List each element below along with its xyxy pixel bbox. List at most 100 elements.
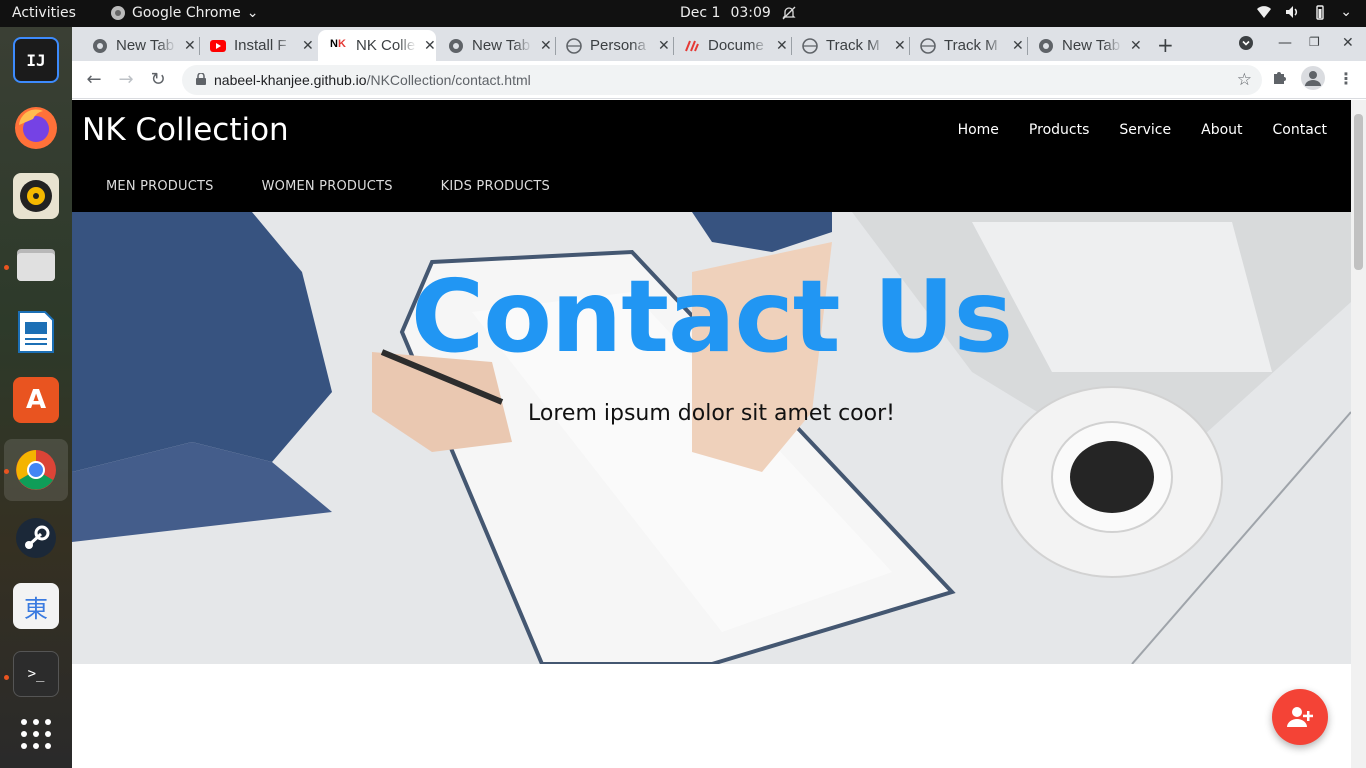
system-top-bar: Activities Google Chrome ⌄ Dec 1 03:09 ⌄ [0, 0, 1366, 27]
activities-button[interactable]: Activities [12, 5, 76, 21]
hero-subtitle: Lorem ipsum dolor sit amet coor! [528, 401, 895, 426]
battery-icon [1316, 5, 1324, 20]
docs-icon [685, 40, 699, 51]
bookmark-star-icon[interactable]: ☆ [1237, 70, 1252, 90]
tab-personal[interactable]: Persona ✕ [546, 30, 674, 61]
files-running-indicator [4, 265, 9, 270]
nk-logo-icon: NK [330, 37, 346, 50]
files-icon[interactable] [13, 241, 59, 287]
chevron-down-icon: ⌄ [246, 5, 259, 21]
mozc-icon[interactable]: 東 [13, 583, 59, 629]
tab-title: Docume [708, 37, 764, 54]
chrome-globe-icon [449, 38, 463, 53]
intellij-icon[interactable]: IJ [13, 37, 59, 83]
globe-icon [802, 37, 818, 54]
forward-arrow-icon[interactable]: → [115, 69, 137, 91]
ubuntu-software-icon[interactable]: A [13, 377, 59, 423]
page-scrollbar[interactable] [1351, 100, 1366, 768]
tab-strip: New Tab ✕ Install F ✕ NK NK Colle ✕ New … [72, 27, 1366, 61]
chrome-running-indicator [4, 469, 9, 474]
libreoffice-writer-icon[interactable] [13, 309, 59, 355]
category-nav: MEN PRODUCTS WOMEN PRODUCTS KIDS PRODUCT… [106, 179, 550, 194]
system-tray[interactable]: ⌄ [1256, 4, 1352, 20]
steam-icon[interactable] [13, 515, 59, 561]
tab-track-1[interactable]: Track M ✕ [782, 30, 910, 61]
nav-service[interactable]: Service [1119, 122, 1171, 138]
nav-contact[interactable]: Contact [1273, 122, 1327, 138]
firefox-icon[interactable] [13, 105, 59, 151]
browser-toolbar: ← → ↻ nabeel-khanjee.github.io/NKCollect… [72, 61, 1366, 99]
url-host: nabeel-khanjee.github.io [214, 72, 367, 88]
window-close-icon[interactable]: ✕ [1342, 35, 1354, 51]
dock: IJ A 東 >_ [0, 27, 72, 768]
back-arrow-icon[interactable]: ← [83, 69, 105, 91]
extensions-puzzle-icon[interactable] [1271, 69, 1287, 89]
nav-about[interactable]: About [1201, 122, 1242, 138]
address-bar[interactable]: nabeel-khanjee.github.io/NKCollection/co… [182, 65, 1262, 95]
tab-new-tab-2[interactable]: New Tab ✕ [428, 30, 556, 61]
mozc-glyph: 東 [24, 594, 48, 623]
chrome-globe-icon [93, 38, 107, 53]
tab-track-2[interactable]: Track M ✕ [900, 30, 1028, 61]
app-menu[interactable]: Google Chrome ⌄ [110, 5, 258, 21]
main-nav: Home Products Service About Contact [958, 122, 1327, 138]
globe-icon [920, 37, 936, 54]
subnav-men-products[interactable]: MEN PRODUCTS [106, 179, 214, 194]
hero-title: Contact Us [410, 258, 1013, 375]
new-tab-button[interactable]: + [1157, 33, 1174, 57]
person-add-icon [1287, 707, 1313, 727]
terminal-icon[interactable]: >_ [13, 651, 59, 697]
restore-icon[interactable]: ❐ [1309, 35, 1320, 49]
tab-title: New Tab [472, 37, 531, 54]
tab-title: Install F [234, 37, 287, 54]
scrollbar-thumb[interactable] [1354, 114, 1363, 270]
close-icon[interactable]: ✕ [1130, 37, 1142, 54]
browser-menu-icon[interactable]: ⋮ [1338, 69, 1354, 88]
tab-new-tab-1[interactable]: New Tab ✕ [72, 30, 200, 61]
power-menu-chevron-icon: ⌄ [1340, 4, 1352, 20]
rhythmbox-icon[interactable] [13, 173, 59, 219]
web-page: NK Collection Home Products Service Abou… [72, 100, 1351, 768]
tab-title: New Tab [1062, 37, 1121, 54]
clock-date: Dec 1 [680, 5, 721, 21]
profile-avatar-icon[interactable] [1301, 66, 1325, 94]
volume-icon [1286, 6, 1298, 18]
lock-icon [196, 73, 206, 85]
subnav-kids-products[interactable]: KIDS PRODUCTS [441, 179, 550, 194]
clock-time: 03:09 [730, 5, 771, 21]
subnav-women-products[interactable]: WOMEN PRODUCTS [262, 179, 393, 194]
youtube-icon [210, 39, 226, 52]
clock[interactable]: Dec 1 03:09 [680, 5, 797, 21]
show-apps-icon[interactable] [13, 711, 59, 757]
chrome-icon[interactable] [13, 447, 59, 493]
tab-title: Track M [944, 37, 998, 54]
browser-window: New Tab ✕ Install F ✕ NK NK Colle ✕ New … [72, 27, 1366, 768]
chrome-small-icon [111, 6, 125, 20]
tab-nk-collection[interactable]: NK NK Colle ✕ [318, 30, 436, 61]
tab-new-tab-3[interactable]: New Tab ✕ [1018, 30, 1146, 61]
tab-install[interactable]: Install F ✕ [190, 30, 318, 61]
globe-icon [566, 37, 582, 54]
tab-search-icon[interactable] [1238, 35, 1254, 55]
tab-title: New Tab [116, 37, 175, 54]
alarm-off-icon [782, 6, 796, 20]
reload-icon[interactable]: ↻ [147, 69, 169, 91]
tab-title: NK Colle [356, 37, 416, 54]
wifi-icon [1257, 6, 1272, 18]
tab-title: Track M [826, 37, 880, 54]
url-path: /NKCollection/contact.html [366, 72, 531, 88]
hero-banner: Contact Us Lorem ipsum dolor sit amet co… [72, 212, 1351, 664]
minimize-icon[interactable]: — [1278, 35, 1292, 51]
nav-home[interactable]: Home [958, 122, 999, 138]
close-icon[interactable]: ✕ [302, 37, 314, 54]
tab-title: Persona [590, 37, 646, 54]
url-text: nabeel-khanjee.github.io/NKCollection/co… [214, 72, 531, 88]
site-brand[interactable]: NK Collection [82, 112, 289, 148]
add-contact-fab-button[interactable] [1272, 689, 1328, 745]
app-menu-label: Google Chrome [132, 5, 241, 21]
chrome-globe-icon [1039, 38, 1053, 53]
terminal-running-indicator [4, 675, 9, 680]
tab-document[interactable]: Docume ✕ [664, 30, 792, 61]
site-header: NK Collection Home Products Service Abou… [72, 100, 1351, 212]
nav-products[interactable]: Products [1029, 122, 1089, 138]
